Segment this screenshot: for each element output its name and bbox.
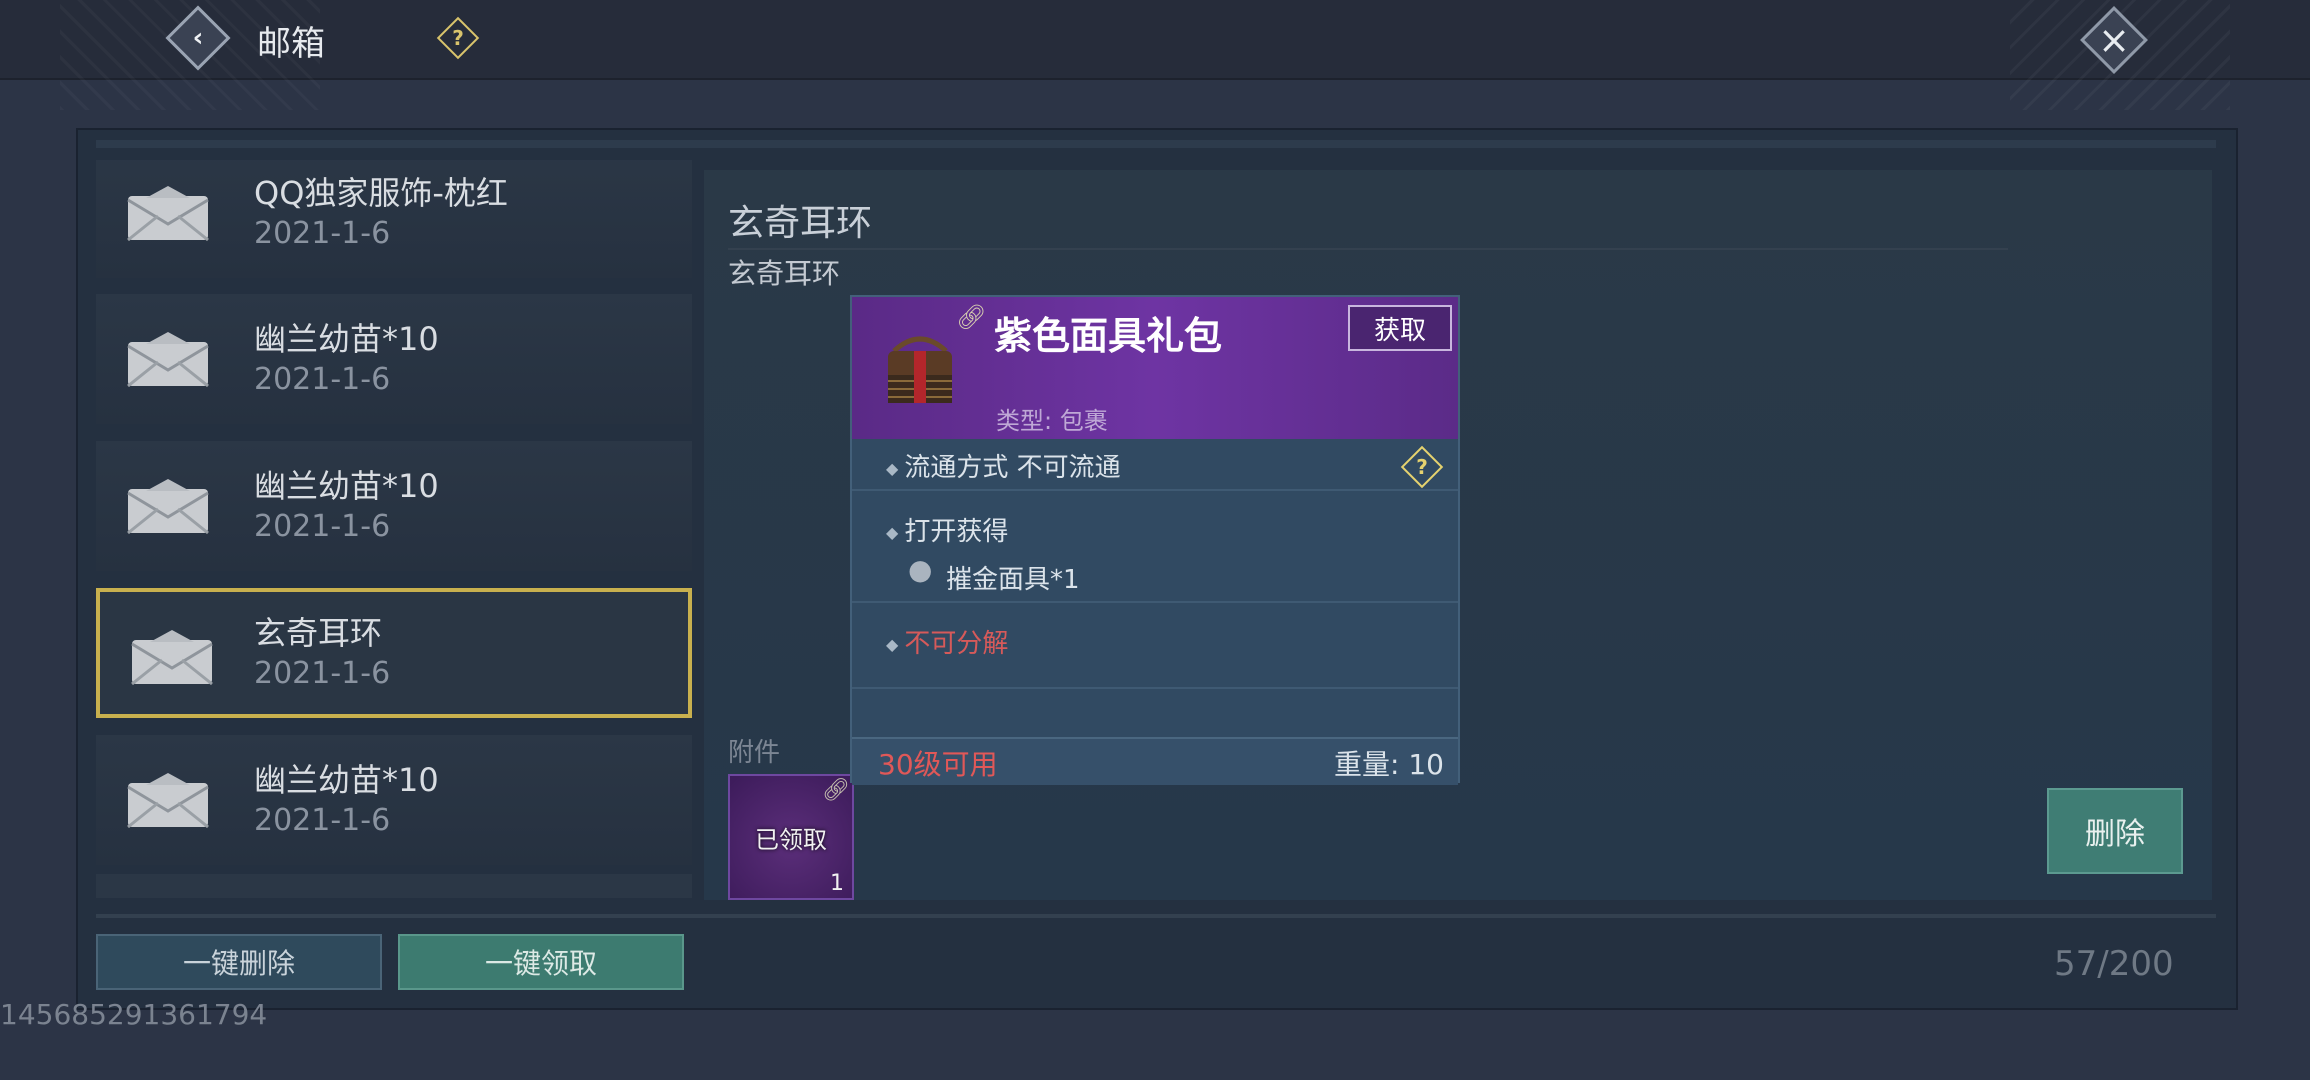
tooltip-footer: 30级可用 重量: 10: [852, 737, 1458, 785]
decompose-row: ◆ 不可分解: [886, 623, 1008, 660]
mail-list[interactable]: QQ独家服饰-枕红 2021-1-6 幽兰幼苗*10 2021-1-6 幽兰幼苗…: [96, 160, 692, 898]
divider: [852, 489, 1458, 491]
mail-item-partial[interactable]: [96, 874, 692, 898]
gift-package-icon: [888, 336, 952, 403]
question-icon: ?: [452, 26, 464, 50]
divider: [852, 687, 1458, 689]
bottom-divider: [96, 914, 2216, 918]
open-gain-label: 打开获得: [904, 517, 1009, 547]
open-gain-row: ◆ 打开获得: [886, 511, 1008, 548]
tooltip-header: 🔗︎ 紫色面具礼包 获取 类型: 包裹: [852, 297, 1458, 439]
panel-top-border: [96, 140, 2216, 148]
mail-item[interactable]: 幽兰幼苗*10 2021-1-6: [96, 441, 692, 571]
help-button[interactable]: ?: [436, 16, 480, 60]
delete-button[interactable]: 删除: [2047, 788, 2183, 874]
bullet-icon: ◆: [886, 459, 899, 478]
mail-title: QQ独家服饰-枕红: [254, 174, 508, 212]
divider: [852, 601, 1458, 603]
open-item: 摧金面具*1: [946, 565, 1080, 595]
item-tooltip: 🔗︎ 紫色面具礼包 获取 类型: 包裹 ◆ 流通方式 不可流通 ? ◆ 打开获得 ●…: [850, 295, 1460, 785]
envelope-icon: [127, 479, 209, 535]
item-weight: 重量: 10: [1334, 748, 1444, 781]
mail-title: 玄奇耳环: [254, 614, 383, 652]
bullet-icon: ◆: [886, 523, 899, 542]
envelope-icon: [131, 630, 213, 686]
mail-date: 2021-1-6: [254, 362, 391, 397]
mail-date: 2021-1-6: [254, 509, 391, 544]
level-requirement: 30级可用: [878, 748, 998, 781]
envelope-icon: [127, 186, 209, 242]
mail-title: 幽兰幼苗*10: [254, 761, 439, 799]
claim-all-button[interactable]: 一键领取: [398, 934, 684, 990]
divider: [728, 248, 2008, 250]
mail-detail-title: 玄奇耳环: [728, 203, 873, 244]
mail-item[interactable]: 幽兰幼苗*10 2021-1-6: [96, 294, 692, 424]
claimed-label: 已领取: [755, 826, 827, 854]
page-title: 邮箱: [257, 24, 325, 64]
link-icon: 🔗︎: [822, 778, 850, 803]
mail-count: 57/200: [2054, 944, 2174, 984]
item-name: 紫色面具礼包: [994, 314, 1223, 358]
attachment-count: 1: [830, 871, 844, 896]
top-bar: ‹ 邮箱 ? ×: [0, 0, 2310, 110]
envelope-icon: [127, 773, 209, 829]
bullet-icon: ◆: [886, 635, 899, 654]
attachment-slot[interactable]: 🔗︎ 已领取 1: [728, 774, 854, 900]
help-button[interactable]: ?: [1400, 445, 1444, 489]
link-icon: 🔗︎: [956, 303, 987, 331]
mail-date: 2021-1-6: [254, 803, 391, 838]
mail-detail-body: 玄奇耳环: [728, 257, 841, 290]
circulation-text: 流通方式 不可流通: [904, 453, 1121, 483]
back-button[interactable]: ‹: [165, 5, 231, 71]
envelope-icon: [127, 332, 209, 388]
user-id: 145685291361794: [0, 998, 268, 1031]
attachments-label: 附件: [728, 738, 781, 768]
mail-item-selected[interactable]: 玄奇耳环 2021-1-6: [96, 588, 692, 718]
mail-title: 幽兰幼苗*10: [254, 320, 439, 358]
get-button[interactable]: 获取: [1348, 305, 1452, 351]
close-icon: ×: [2098, 18, 2130, 62]
mail-item[interactable]: QQ独家服饰-枕红 2021-1-6: [96, 160, 692, 278]
item-type: 类型: 包裹: [996, 407, 1108, 435]
mail-item[interactable]: 幽兰幼苗*10 2021-1-6: [96, 735, 692, 865]
mail-date: 2021-1-6: [254, 656, 391, 691]
decompose-text: 不可分解: [904, 629, 1009, 659]
mask-icon: ●: [908, 553, 933, 586]
mail-date: 2021-1-6: [254, 216, 391, 251]
question-icon: ?: [1416, 455, 1428, 479]
back-arrow-icon: ‹: [192, 23, 204, 53]
close-button[interactable]: ×: [2080, 6, 2148, 74]
delete-all-button[interactable]: 一键删除: [96, 934, 382, 990]
circulation-row: ◆ 流通方式 不可流通: [886, 447, 1121, 484]
mail-title: 幽兰幼苗*10: [254, 467, 439, 505]
